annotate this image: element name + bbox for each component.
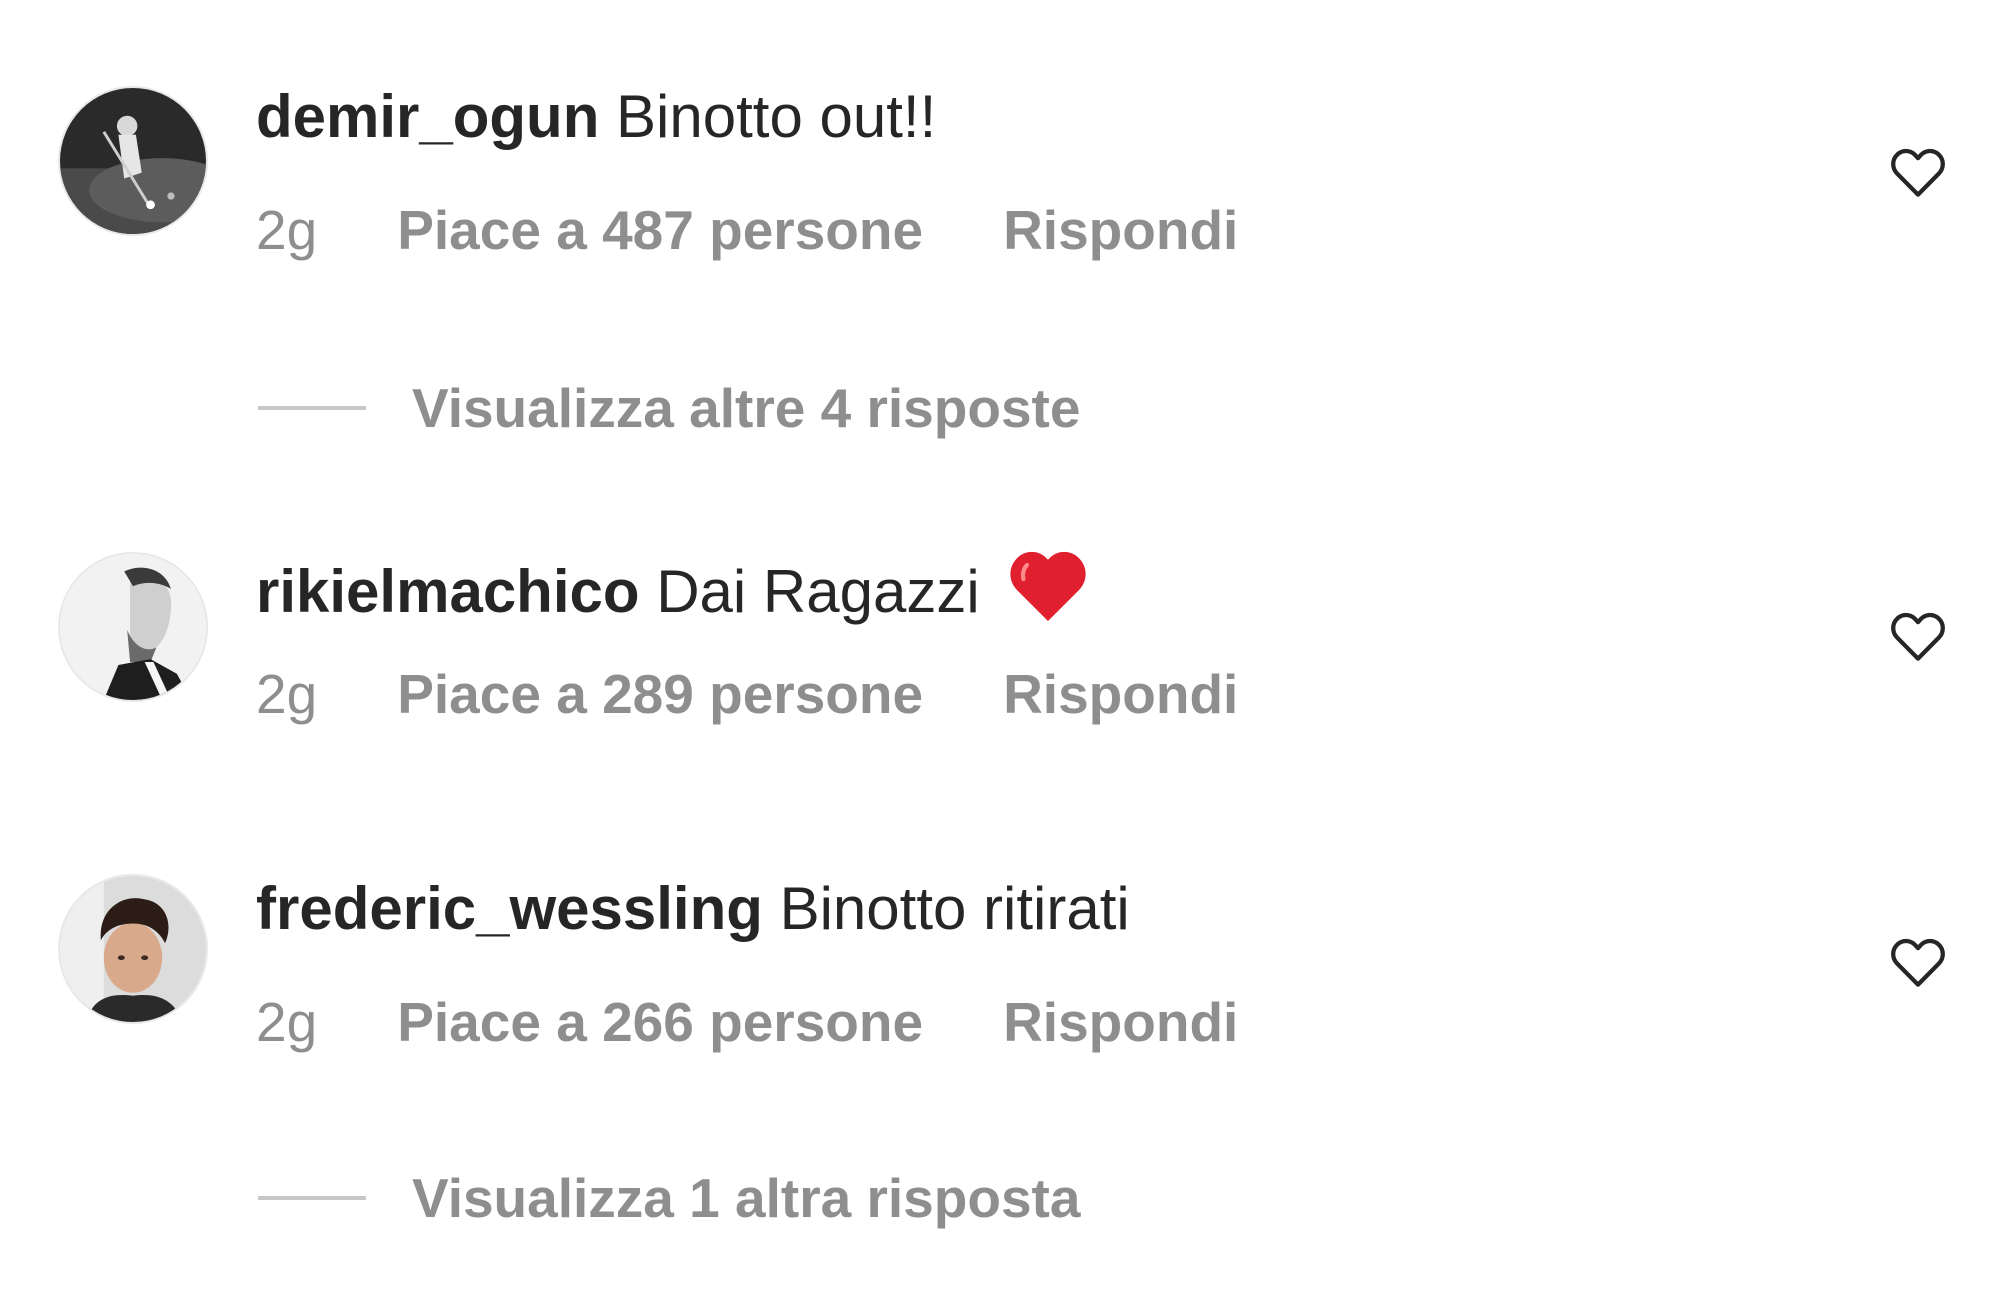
red-heart-emoji bbox=[1006, 546, 1090, 626]
username-link[interactable]: frederic_wessling bbox=[256, 875, 763, 942]
timestamp: 2g bbox=[256, 663, 318, 725]
comment-meta: 2g Piace a 289 persone Rispondi bbox=[256, 662, 1238, 726]
avatar[interactable] bbox=[58, 552, 208, 702]
replies-divider-line bbox=[258, 406, 366, 410]
avatar[interactable] bbox=[58, 86, 208, 236]
view-replies-label: Visualizza altre 4 risposte bbox=[412, 377, 1081, 439]
comment-text-line: demir_ogun Binotto out!! bbox=[256, 82, 936, 152]
username-link[interactable]: rikielmachico bbox=[256, 558, 640, 625]
face-photo bbox=[60, 876, 206, 1022]
billiards-photo bbox=[60, 88, 206, 234]
view-more-replies-button[interactable]: Visualizza altre 4 risposte bbox=[258, 376, 1080, 440]
view-replies-label: Visualizza 1 altra risposta bbox=[412, 1167, 1081, 1229]
reply-button[interactable]: Rispondi bbox=[1003, 990, 1238, 1054]
comment-text: Dai Ragazzi bbox=[656, 558, 980, 625]
portrait-photo bbox=[60, 554, 206, 700]
heart-outline-icon[interactable] bbox=[1886, 930, 1950, 994]
timestamp: 2g bbox=[256, 991, 318, 1053]
view-more-replies-button[interactable]: Visualizza 1 altra risposta bbox=[258, 1166, 1080, 1230]
likes-count-link[interactable]: Piace a 487 persone bbox=[397, 198, 923, 262]
heart-outline-icon[interactable] bbox=[1886, 604, 1950, 668]
replies-divider-line bbox=[258, 1196, 366, 1200]
likes-count-link[interactable]: Piace a 289 persone bbox=[397, 662, 923, 726]
comment-text-line: rikielmachico Dai Ragazzi bbox=[256, 546, 1090, 627]
likes-count-link[interactable]: Piace a 266 persone bbox=[397, 990, 923, 1054]
comment-meta: 2g Piace a 266 persone Rispondi bbox=[256, 990, 1238, 1054]
comment-meta: 2g Piace a 487 persone Rispondi bbox=[256, 198, 1238, 262]
reply-button[interactable]: Rispondi bbox=[1003, 198, 1238, 262]
comment-text-line: frederic_wessling Binotto ritirati bbox=[256, 874, 1130, 944]
comment-text: Binotto out!! bbox=[616, 83, 937, 150]
avatar[interactable] bbox=[58, 874, 208, 1024]
comment-text: Binotto ritirati bbox=[779, 875, 1130, 942]
username-link[interactable]: demir_ogun bbox=[256, 83, 599, 150]
timestamp: 2g bbox=[256, 199, 318, 261]
heart-outline-icon[interactable] bbox=[1886, 140, 1950, 204]
reply-button[interactable]: Rispondi bbox=[1003, 662, 1238, 726]
